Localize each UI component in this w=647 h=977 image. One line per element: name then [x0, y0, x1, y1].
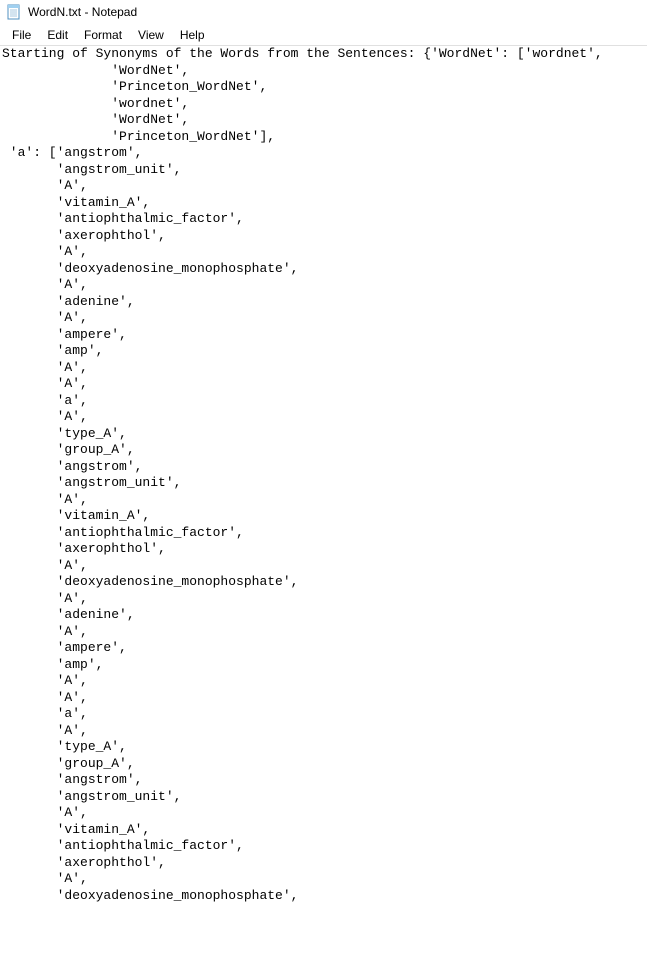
menu-format[interactable]: Format: [76, 26, 130, 44]
title-bar: WordN.txt - Notepad: [0, 0, 647, 24]
menu-help[interactable]: Help: [172, 26, 213, 44]
menu-edit[interactable]: Edit: [39, 26, 76, 44]
text-editor-area[interactable]: Starting of Synonyms of the Words from t…: [0, 46, 647, 977]
notepad-icon: [6, 4, 22, 20]
window-title: WordN.txt - Notepad: [28, 5, 137, 19]
menu-file[interactable]: File: [4, 26, 39, 44]
menu-view[interactable]: View: [130, 26, 172, 44]
menu-bar: File Edit Format View Help: [0, 24, 647, 46]
